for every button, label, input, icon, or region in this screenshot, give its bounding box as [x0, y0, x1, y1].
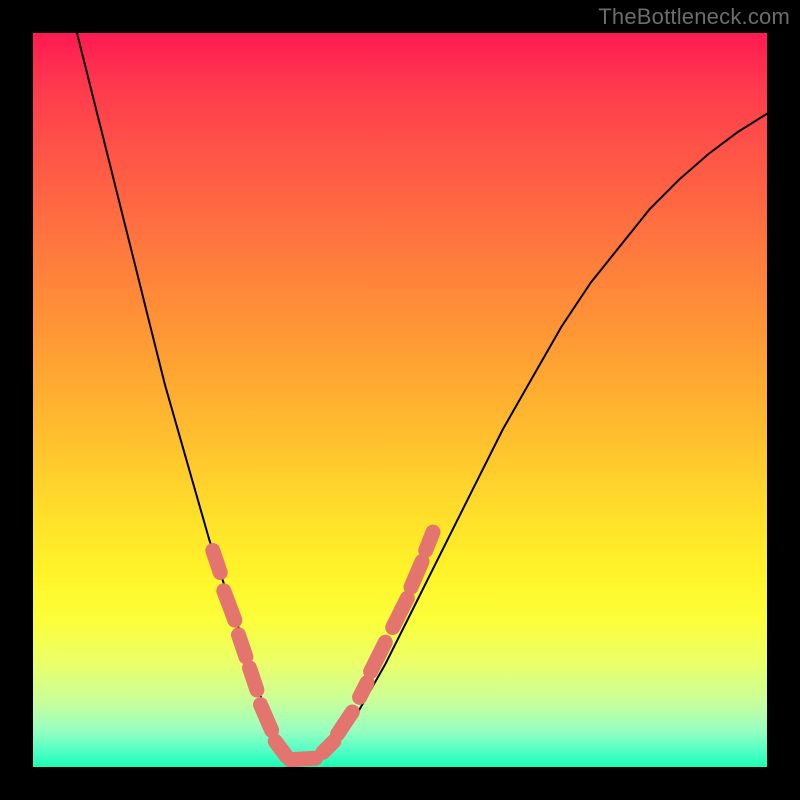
highlight-segment: [411, 562, 422, 588]
highlight-segment: [323, 741, 334, 752]
curve-layer: [33, 33, 767, 767]
highlight-segment: [224, 591, 235, 620]
bottleneck-curve: [77, 33, 767, 763]
highlight-segment: [360, 683, 367, 698]
highlight-segment: [261, 705, 272, 731]
highlight-segment: [250, 668, 257, 690]
highlight-segment: [426, 532, 433, 550]
chart-frame: TheBottleneck.com: [0, 0, 800, 800]
highlight-segment: [275, 741, 286, 756]
highlight-segment: [239, 635, 246, 657]
highlight-segment: [290, 758, 316, 760]
watermark-text: TheBottleneck.com: [598, 4, 790, 30]
highlight-segment: [213, 551, 220, 573]
plot-area: [33, 33, 767, 767]
highlight-segment: [338, 712, 353, 734]
highlight-segments: [213, 532, 433, 760]
